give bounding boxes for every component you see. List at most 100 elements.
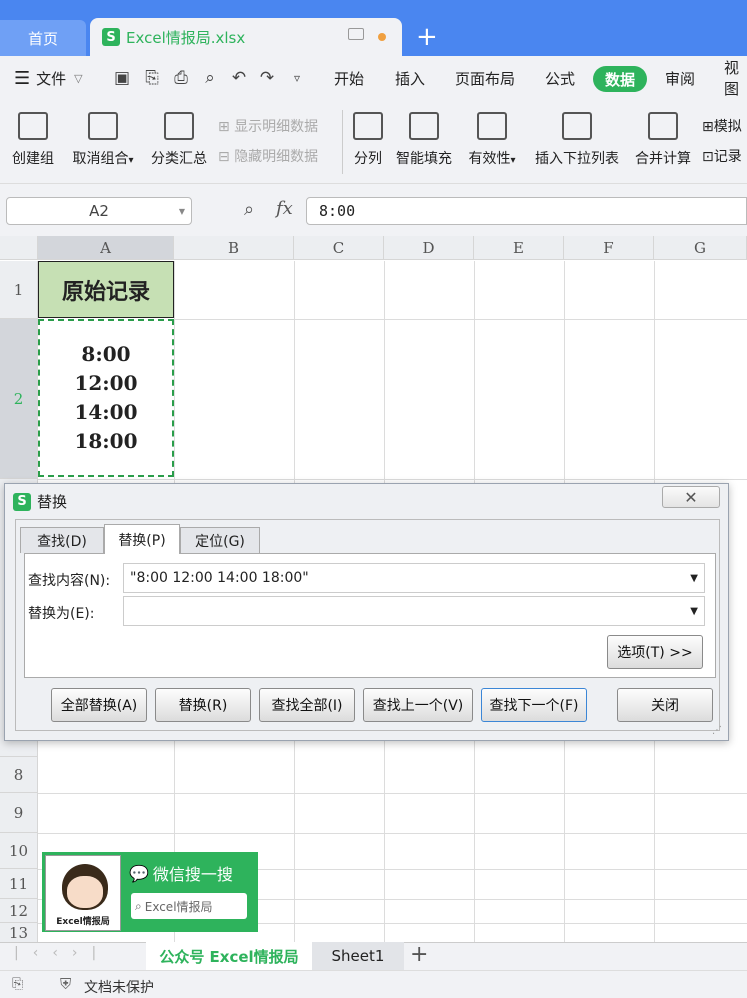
chevron-down-icon: ▽ (74, 71, 83, 85)
sheet-nav-arrows-icon[interactable]: |‹‹›| (14, 945, 110, 961)
name-box[interactable]: A2 ▼ (6, 197, 192, 225)
tab-find[interactable]: 查找(D) (20, 527, 104, 553)
file-tab-label: Excel情报局.xlsx (126, 28, 246, 47)
flash-fill-label: 智能填充 (396, 151, 452, 167)
redo-icon[interactable]: ↷ (257, 68, 277, 88)
row-header-13[interactable]: 13 (0, 923, 38, 943)
chevron-down-icon[interactable]: ▼ (690, 573, 698, 584)
sheet-tab-active[interactable]: 公众号 Excel情报局 (146, 942, 312, 970)
save-icon[interactable]: ▣ (112, 68, 132, 88)
flash-fill-button[interactable]: 智能填充 (392, 112, 456, 168)
menu-insert[interactable]: 插入 (395, 56, 425, 100)
tab-file[interactable]: S Excel情报局.xlsx (90, 18, 402, 56)
export-icon[interactable]: ⎘ (142, 68, 162, 88)
row-header-12[interactable]: 12 (0, 899, 38, 923)
column-header-b[interactable]: B (174, 236, 294, 260)
menu-view[interactable]: 视图 (724, 56, 747, 100)
validation-label: 有效性 (468, 151, 511, 167)
replace-button[interactable]: 替换(R) (155, 688, 251, 722)
zoom-search-icon[interactable]: ⌕ (244, 199, 254, 220)
cell-a1[interactable]: 原始记录 (38, 261, 174, 318)
menu-formula[interactable]: 公式 (545, 56, 575, 100)
tab-replace[interactable]: 替换(P) (104, 524, 180, 554)
menu-page-layout[interactable]: 页面布局 (455, 56, 515, 100)
title-bar: 首页 S Excel情报局.xlsx + (0, 0, 747, 56)
find-input[interactable]: "8:00 12:00 14:00 18:00" ▼ (123, 563, 705, 593)
row-header-1[interactable]: 1 (0, 261, 38, 319)
hamburger-icon: ☰ (14, 67, 31, 89)
sheet-tab[interactable]: Sheet1 (312, 942, 404, 970)
protect-status[interactable]: 文档未保护 (84, 977, 154, 997)
create-group-button[interactable]: 创建组 (8, 112, 58, 168)
replace-input[interactable]: ▼ (123, 596, 705, 626)
close-button[interactable]: 关闭 (617, 688, 713, 722)
find-previous-button[interactable]: 查找上一个(V) (363, 688, 473, 722)
row-header-2[interactable]: 2 (0, 319, 38, 479)
find-all-button[interactable]: 查找全部(I) (259, 688, 355, 722)
tab-home[interactable]: 首页 (0, 20, 86, 56)
print-icon[interactable]: ⎙ (171, 68, 191, 88)
hide-detail-label: 隐藏明细数据 (234, 149, 319, 165)
insert-dropdown-icon (562, 112, 592, 140)
replace-all-button[interactable]: 全部替换(A) (51, 688, 147, 722)
insert-dropdown-button[interactable]: 插入下拉列表 (530, 112, 624, 168)
add-sheet-icon[interactable]: + (410, 942, 428, 967)
more-icon[interactable]: ▿ (287, 68, 307, 88)
cell-a2-line: 14:00 (74, 400, 138, 424)
search-icon: ⌕ (135, 898, 142, 913)
status-bar: ⎘ ⛨ 文档未保护 (0, 970, 747, 998)
hide-detail-button[interactable]: ⊟ 隐藏明细数据 (218, 146, 318, 166)
record-button[interactable]: ⊡记录 (702, 146, 742, 166)
column-header-c[interactable]: C (294, 236, 384, 260)
show-detail-button[interactable]: ⊞ 显示明细数据 (218, 116, 318, 136)
column-header-e[interactable]: E (474, 236, 564, 260)
record-label: 记录 (713, 149, 742, 165)
formula-input[interactable]: 8:00 (306, 197, 747, 225)
find-input-value: "8:00 12:00 14:00 18:00" (130, 570, 309, 586)
fx-icon[interactable]: fx (276, 198, 293, 219)
wechat-icon: 💬 (129, 863, 149, 883)
options-button[interactable]: 选项(T) >> (607, 635, 703, 669)
chevron-down-icon[interactable]: ▼ (179, 207, 185, 216)
menu-start[interactable]: 开始 (334, 56, 364, 100)
insert-dropdown-label: 插入下拉列表 (535, 151, 619, 167)
grid-line (38, 479, 747, 480)
validation-button[interactable]: 有效性▾ (462, 112, 522, 168)
new-tab-button[interactable]: + (416, 22, 438, 52)
flash-fill-icon (409, 112, 439, 140)
row-header-9[interactable]: 9 (0, 793, 38, 833)
menu-review[interactable]: 审阅 (665, 56, 695, 100)
consolidate-button[interactable]: 合并计算 (632, 112, 694, 168)
shield-icon: ⛨ (60, 975, 72, 993)
undo-icon[interactable]: ↶ (229, 68, 249, 88)
validation-label-row: 有效性▾ (462, 148, 522, 168)
tab-goto[interactable]: 定位(G) (180, 527, 260, 553)
column-header-a[interactable]: A (38, 236, 174, 260)
select-all-corner[interactable] (0, 236, 38, 260)
resize-grip-icon[interactable]: ⋰ (712, 725, 722, 736)
ungroup-label: 取消组合 (72, 151, 129, 167)
cell-a2[interactable]: 8:00 12:00 14:00 18:00 (38, 319, 174, 477)
simulate-icon: ⊞ (702, 119, 714, 135)
file-menu[interactable]: ☰ 文件 ▽ (14, 56, 83, 100)
validation-icon (477, 112, 507, 140)
find-next-button[interactable]: 查找下一个(F) (481, 688, 587, 722)
chevron-down-icon[interactable]: ▼ (690, 606, 698, 617)
menu-data[interactable]: 数据 (593, 66, 647, 92)
group-icon (18, 112, 48, 140)
print-preview-icon[interactable]: ⌕ (200, 68, 220, 88)
monitor-icon[interactable] (348, 28, 364, 40)
macro-icon[interactable]: ⎘ (12, 976, 23, 992)
column-header-f[interactable]: F (564, 236, 654, 260)
row-header-11[interactable]: 11 (0, 869, 38, 899)
column-header-d[interactable]: D (384, 236, 474, 260)
simulate-button[interactable]: ⊞模拟 (702, 116, 742, 136)
row-header-8[interactable]: 8 (0, 757, 38, 793)
subtotal-button[interactable]: 分类汇总 (146, 112, 212, 168)
split-button[interactable]: 分列 (350, 112, 386, 168)
row-header-10[interactable]: 10 (0, 833, 38, 869)
dialog-close-button[interactable]: ✕ (662, 486, 720, 508)
subtotal-label: 分类汇总 (151, 151, 207, 167)
ungroup-button[interactable]: 取消组合▾ (66, 112, 140, 168)
column-header-g[interactable]: G (654, 236, 747, 260)
